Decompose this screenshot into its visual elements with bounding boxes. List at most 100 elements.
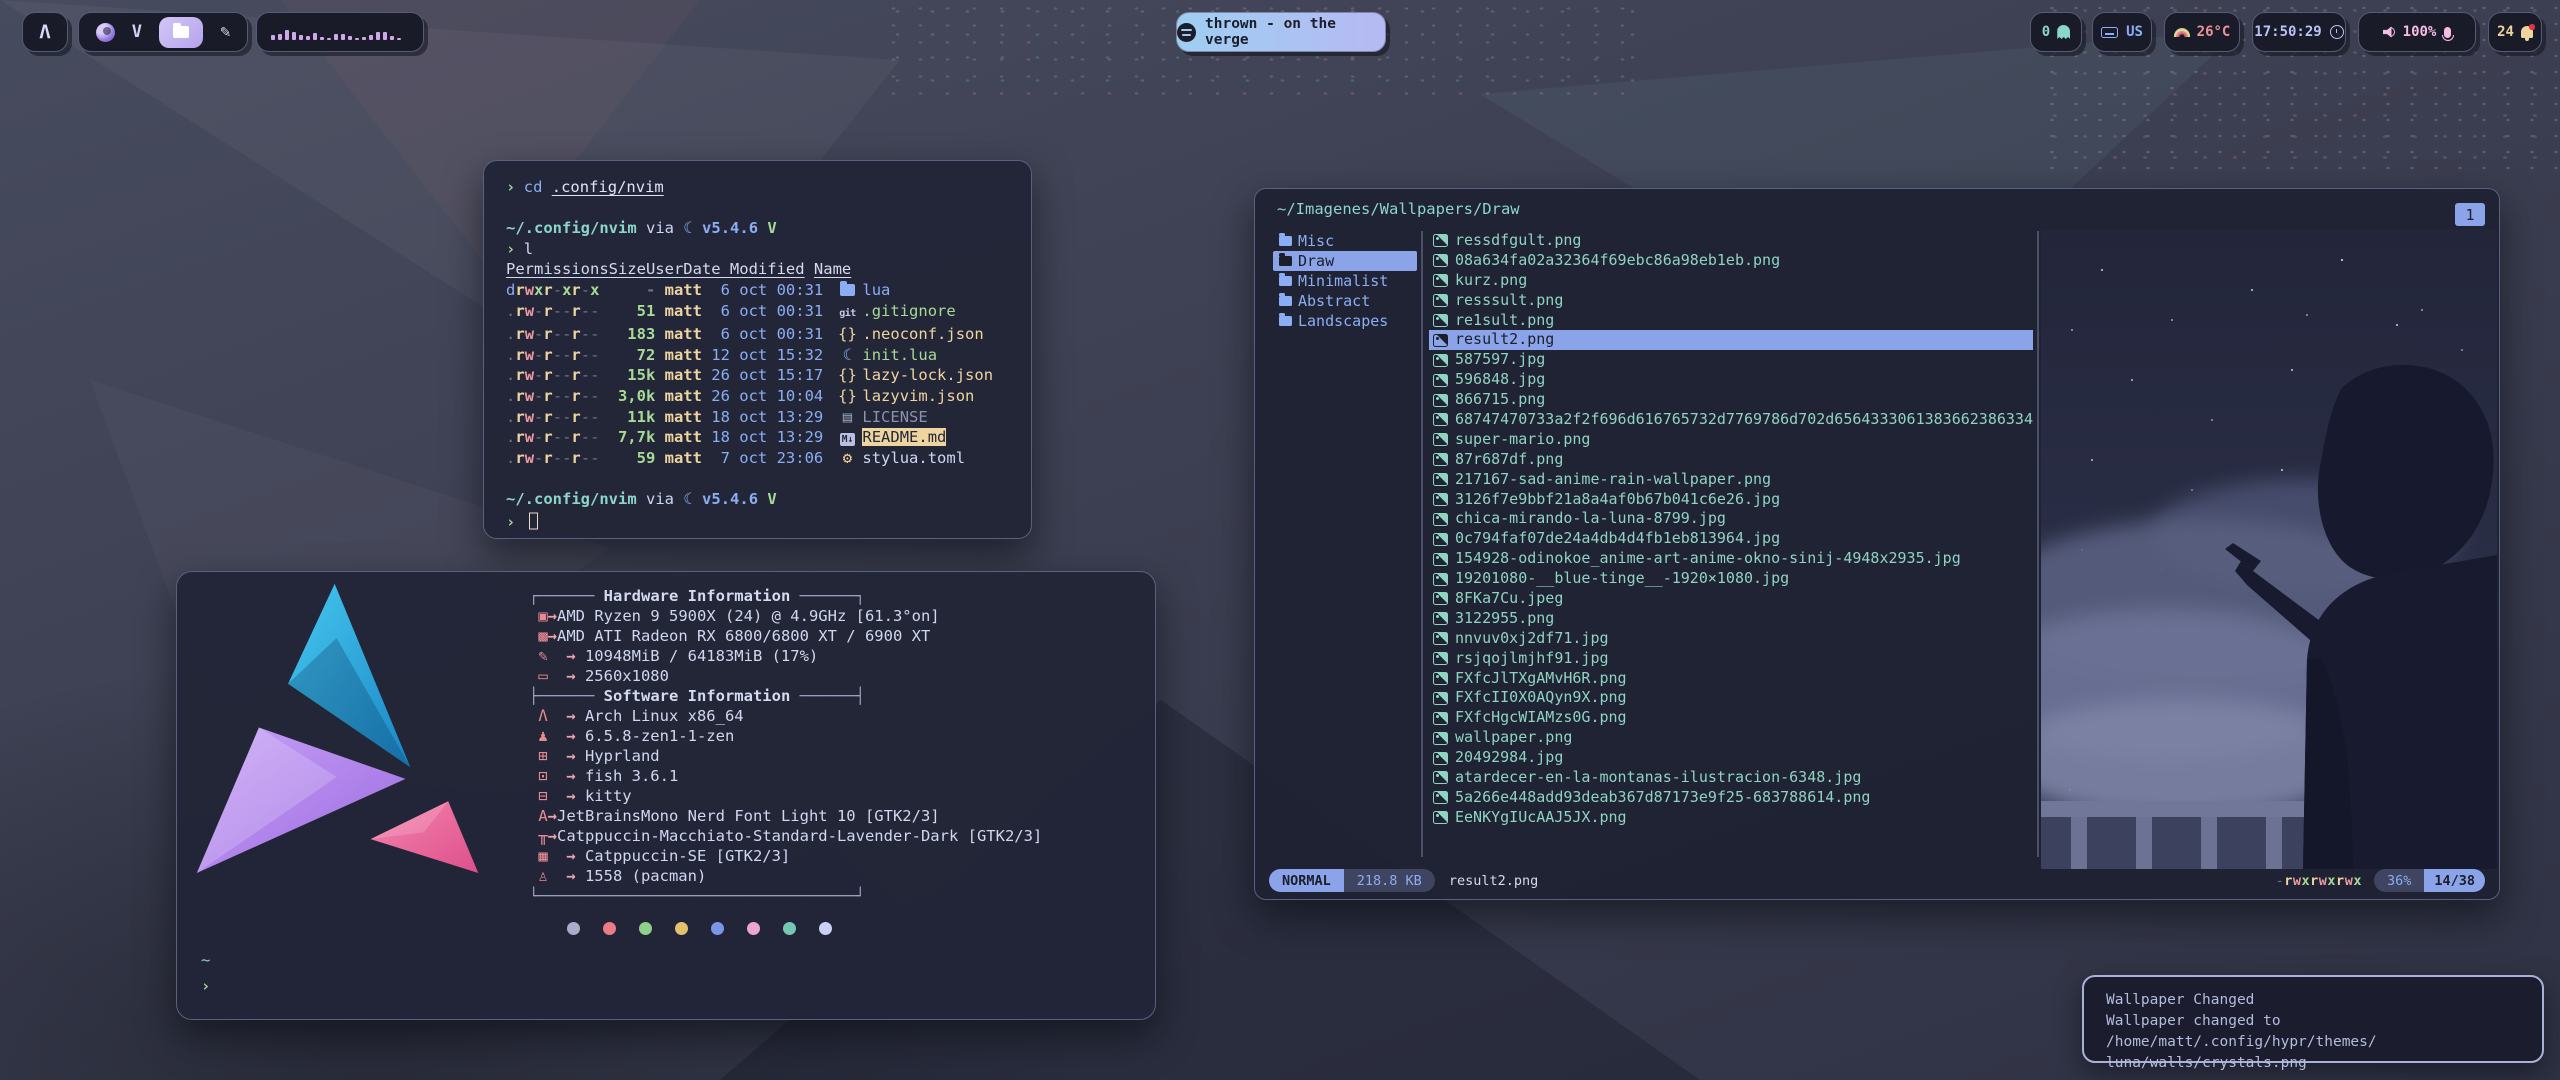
fetch-item: ⊟→kitty [529, 786, 877, 806]
sidebar-item-abstract[interactable]: Abstract [1273, 291, 1417, 311]
pane-divider [2037, 231, 2039, 857]
list-item[interactable]: re1sult.png [1429, 311, 2033, 331]
image-file-icon [1433, 672, 1448, 685]
prompt-symbol[interactable]: › [201, 977, 210, 995]
image-file-icon [1433, 394, 1448, 407]
list-item[interactable]: EeNKYgIUcAAJ5JX.png [1429, 808, 2033, 828]
notification[interactable]: Wallpaper Changed Wallpaper changed to /… [2082, 975, 2544, 1063]
palette-dot [675, 922, 688, 935]
list-item[interactable]: 20492984.jpg [1429, 748, 2033, 768]
image-file-icon [1433, 692, 1448, 705]
list-item[interactable]: ressdfgult.png [1429, 231, 2033, 251]
arrow-icon: → [557, 666, 585, 686]
microphone-icon [2444, 27, 2451, 38]
list-item[interactable]: nnvuv0xj2df71.jpg [1429, 629, 2033, 649]
weather-widget[interactable]: 26°C [2164, 12, 2240, 52]
anime-girl-silhouette [2041, 229, 2497, 869]
time-label: 17:50:29 [2254, 24, 2321, 40]
arch-logo-icon: Λ [39, 23, 50, 42]
updates-count: 0 [2042, 24, 2050, 40]
table-row: .rw-r--r--7,7kmatt18 oct 13:29M↓README.m… [506, 427, 1009, 448]
image-file-icon [1433, 592, 1448, 605]
list-item[interactable]: 596848.jpg [1429, 370, 2033, 390]
pane-divider [1421, 231, 1423, 857]
list-item[interactable]: 0c794faf07de24a4db4d4fb1eb813964.jpg [1429, 529, 2033, 549]
table-row: .rw-r--r--59matt 7 oct 23:06⚙stylua.toml [506, 448, 1009, 469]
listing-header: PermissionsSizeUserDate ModifiedName [506, 259, 1009, 280]
list-item[interactable]: 19201080-__blue-tinge__-1920×1080.jpg [1429, 569, 2033, 589]
hardware-icon: ⊡ [529, 766, 557, 786]
active-app-chip[interactable] [159, 17, 203, 48]
fetch-terminal-window[interactable]: ┌────── Hardware Information ──────┐ ▣→A… [176, 571, 1156, 1020]
hardware-icon: ▭ [529, 666, 557, 686]
list-item[interactable]: 08a634fa02a32364f69ebc86a98eb1eb.png [1429, 251, 2033, 271]
list-item[interactable]: atardecer-en-la-montanas-ilustracion-634… [1429, 768, 2033, 788]
list-item[interactable]: 87r687df.png [1429, 450, 2033, 470]
list-item[interactable]: super-mario.png [1429, 430, 2033, 450]
listing-rows: drwxr-xr-x-matt 6 oct 00:31lua .rw-r--r--… [506, 280, 1009, 468]
list-item[interactable]: kurz.png [1429, 271, 2033, 291]
day-label: 24 [2497, 24, 2514, 40]
list-item[interactable]: 8FKa7Cu.jpeg [1429, 589, 2033, 609]
fetch-item: ✎→10948MiB / 64183MiB (17%) [529, 646, 877, 666]
fetch-item: ▩→AMD ATI Radeon RX 6800/6800 XT / 6900 … [529, 626, 877, 646]
hardware-icon: ♟ [529, 726, 557, 746]
media-widget[interactable]: thrown - on the verge [1176, 12, 1386, 52]
terminal-prompt-line[interactable]: › [506, 510, 1009, 533]
list-item[interactable]: 3122955.png [1429, 609, 2033, 629]
sidebar-item-landscapes[interactable]: Landscapes [1273, 311, 1417, 331]
list-item[interactable]: rsjqojlmjhf91.jpg [1429, 649, 2033, 669]
hardware-section-header: ┌────── Hardware Information ──────┐ [529, 586, 877, 606]
vim-icon[interactable]: V [132, 22, 142, 42]
list-item[interactable]: 866715.png [1429, 390, 2033, 410]
arrow-icon: → [548, 806, 557, 826]
image-file-icon [1433, 752, 1448, 765]
list-item[interactable]: 3126f7e9bbf21a8a4af0b67b041c6e26.jpg [1429, 490, 2033, 510]
arrow-icon: → [557, 786, 585, 806]
file-list: ressdfgult.png08a634fa02a32364f69ebc86a9… [1429, 231, 2033, 828]
palette-dot [711, 922, 724, 935]
list-item[interactable]: 154928-odinokoe_anime-art-anime-okno-sin… [1429, 549, 2033, 569]
list-item[interactable]: FXfcHgcWIAMzs0G.png [1429, 708, 2033, 728]
sidebar-item-draw[interactable]: Draw [1273, 251, 1417, 271]
permissions-label: -rwxrwxrwx [2276, 873, 2362, 889]
fetch-item: ⊡→fish 3.6.1 [529, 766, 877, 786]
section-bottom-border: └──────────────────────────────────┘ [529, 886, 877, 906]
table-row: .rw-r--r--15kmatt26 oct 15:17{}lazy-lock… [506, 365, 1009, 386]
firefox-icon[interactable] [96, 23, 115, 42]
file-manager-window[interactable]: ~/Imagenes/Wallpapers/Draw 1 MiscDrawMin… [1254, 188, 2500, 900]
arrow-icon: → [557, 646, 585, 666]
image-file-icon [1433, 791, 1448, 804]
list-item[interactable]: chica-mirando-la-luna-8799.jpg [1429, 509, 2033, 529]
updates-widget[interactable]: 0 [2030, 12, 2082, 52]
terminal-window[interactable]: ›cd .config/nvim ~/.config/nvim via ☾ v5… [483, 160, 1032, 539]
fetch-item: Λ→Arch Linux x86_64 [529, 706, 877, 726]
paintbrush-icon[interactable]: ✎ [220, 22, 230, 42]
list-item[interactable]: FXfcII0X0AQyn9X.png [1429, 688, 2033, 708]
list-item[interactable]: resssult.png [1429, 291, 2033, 311]
image-file-icon [1433, 234, 1448, 247]
image-file-icon [1433, 274, 1448, 287]
list-item[interactable]: FXfcJlTXgAMvH6R.png [1429, 669, 2033, 689]
image-preview-pane [2041, 229, 2497, 869]
list-item[interactable]: 587597.jpg [1429, 350, 2033, 370]
arrow-icon: → [557, 726, 585, 746]
list-item[interactable]: 68747470733a2f2f696d616765732d7769786d70… [1429, 410, 2033, 430]
list-item[interactable]: 217167-sad-anime-rain-wallpaper.png [1429, 470, 2033, 490]
hardware-icon: Λ [529, 706, 557, 726]
list-item[interactable]: wallpaper.png [1429, 728, 2033, 748]
lua-icon: ☾ [683, 218, 692, 239]
launcher-button[interactable]: Λ [22, 12, 68, 52]
sidebar-item-minimalist[interactable]: Minimalist [1273, 271, 1417, 291]
list-item[interactable]: 5a266e448add93deab367d87173e9f25-6837886… [1429, 788, 2033, 808]
sidebar-item-misc[interactable]: Misc [1273, 231, 1417, 251]
hardware-icon: ▣ [529, 606, 548, 626]
keyboard-layout-widget[interactable]: US [2092, 12, 2152, 52]
clock-widget[interactable]: 17:50:29 [2252, 12, 2346, 52]
table-row: drwxr-xr-x-matt 6 oct 00:31lua [506, 280, 1009, 301]
image-file-icon [1433, 632, 1448, 645]
notifications-widget[interactable]: 24 [2488, 12, 2542, 52]
list-item[interactable]: result2.png [1429, 330, 2033, 350]
fetch-item: ⊞→Hyprland [529, 746, 877, 766]
audio-widget[interactable]: 100% [2358, 12, 2476, 52]
